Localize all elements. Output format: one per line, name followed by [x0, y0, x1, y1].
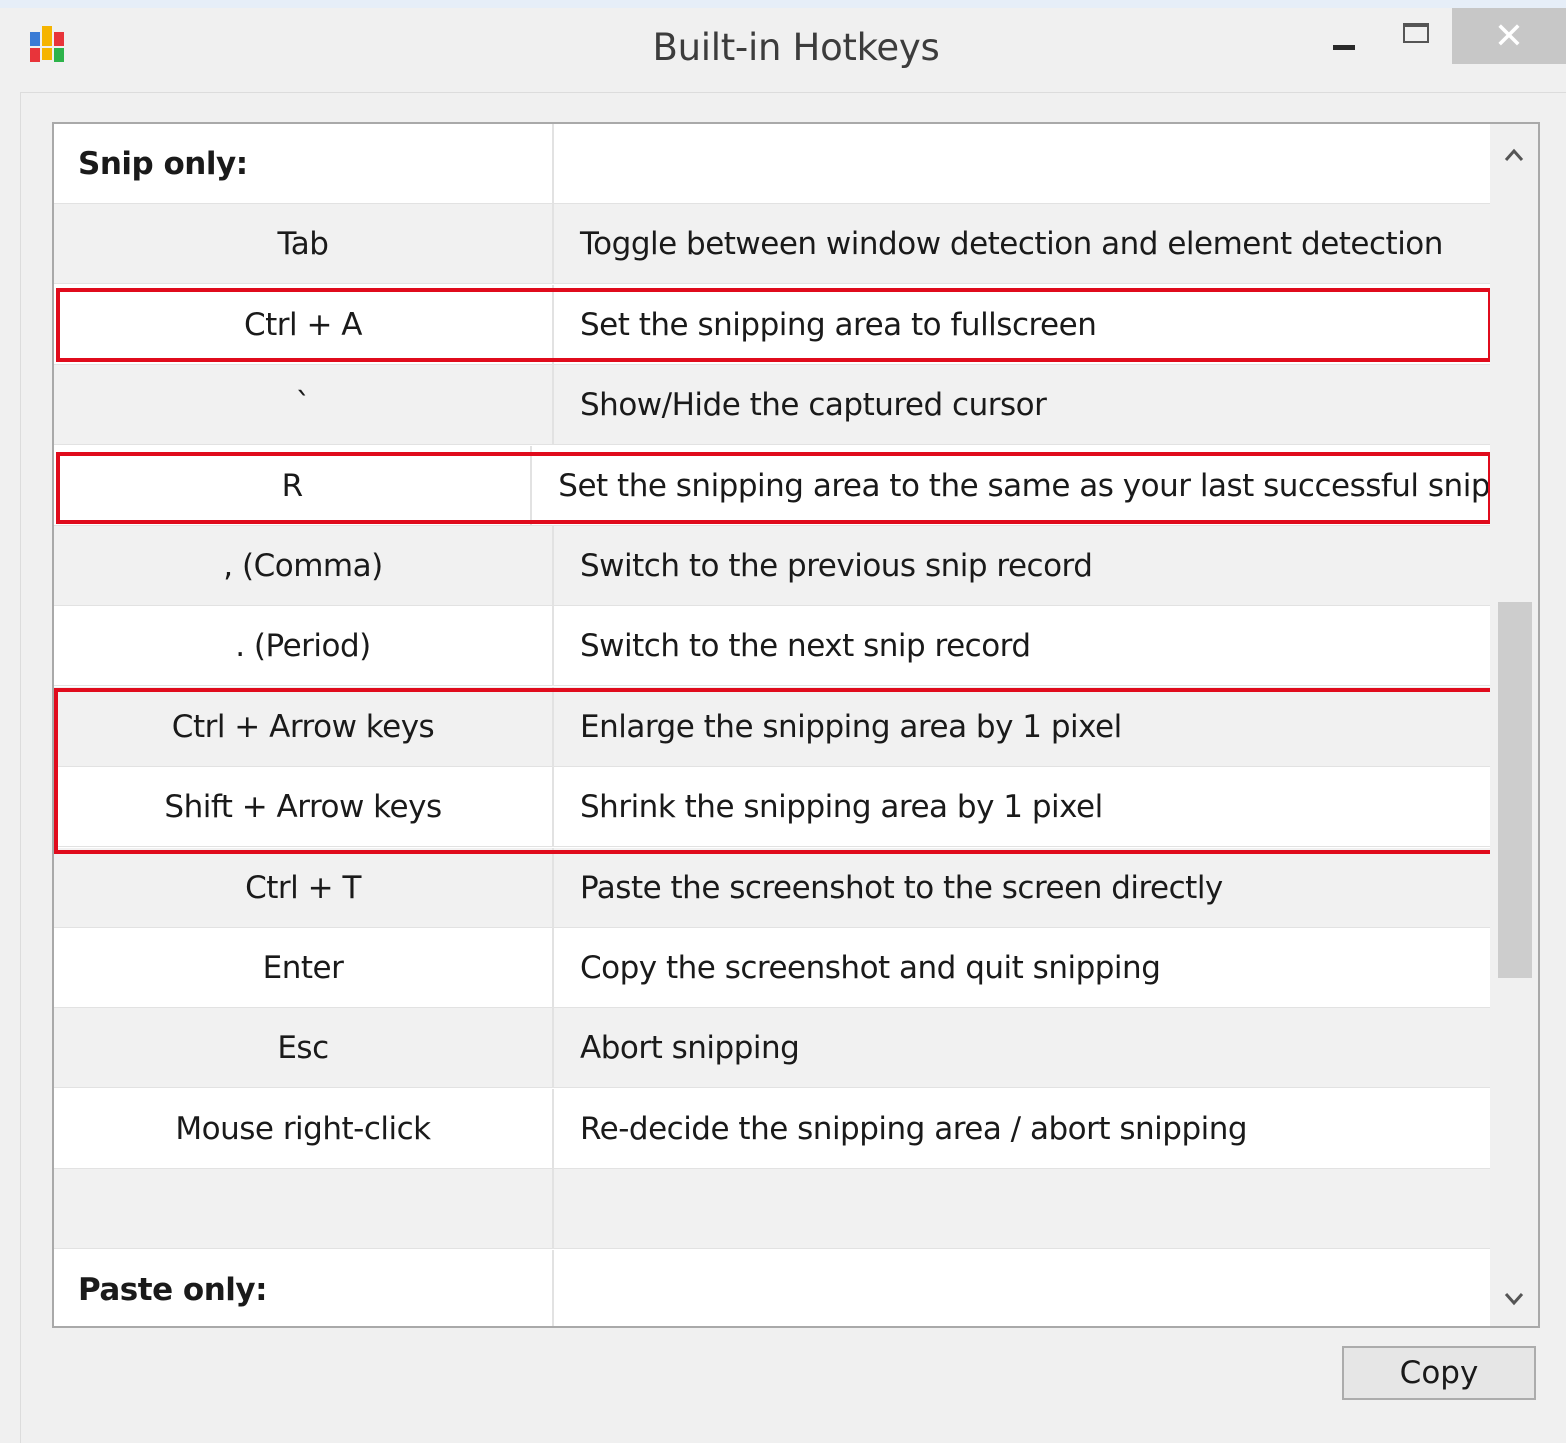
hotkey-key: Tab [54, 204, 554, 283]
hotkey-description [554, 1169, 1490, 1248]
hotkey-key: ` [54, 365, 554, 444]
close-button[interactable]: ✕ [1452, 8, 1566, 64]
title-bar[interactable]: Built-in Hotkeys ✕ [0, 8, 1566, 92]
hotkey-row[interactable]: Shift + Arrow keys Shrink the snipping ar… [54, 767, 1490, 847]
copy-button[interactable]: Copy [1342, 1346, 1536, 1400]
maximize-button[interactable] [1388, 8, 1444, 64]
hotkey-description [554, 124, 1490, 203]
hotkey-row[interactable]: Esc Abort snipping [54, 1008, 1490, 1088]
hotkey-key: Ctrl + A [54, 285, 554, 364]
hotkey-description: Abort snipping [580, 1029, 800, 1066]
scroll-up-button[interactable] [1490, 130, 1538, 180]
close-icon: ✕ [1493, 15, 1525, 57]
hotkey-row[interactable] [54, 1169, 1490, 1249]
section-header-row[interactable]: Paste only: [54, 1250, 1490, 1326]
hotkey-row[interactable]: Ctrl + T Paste the screenshot to the scre… [54, 848, 1490, 928]
hotkey-row[interactable]: Ctrl + A Set the snipping area to fullscr… [54, 285, 1490, 365]
hotkey-key: R [54, 446, 533, 525]
minimize-button[interactable] [1316, 8, 1372, 64]
hotkey-row[interactable]: Mouse right-click Re-decide the snipping … [54, 1089, 1490, 1169]
chevron-down-icon [1504, 1293, 1524, 1306]
hotkey-key: Esc [54, 1008, 554, 1087]
maximize-icon [1403, 23, 1429, 43]
hotkey-row[interactable]: R Set the snipping area to the same as yo… [54, 446, 1490, 526]
hotkey-description: Switch to the next snip record [580, 627, 1031, 664]
hotkey-row[interactable]: , (Comma) Switch to the previous snip rec… [54, 526, 1490, 606]
hotkey-key: , (Comma) [54, 526, 554, 605]
hotkey-description [554, 1250, 1490, 1326]
hotkey-row[interactable]: Ctrl + Arrow keys Enlarge the snipping ar… [54, 687, 1490, 767]
hotkeys-grid[interactable]: Snip only: Tab Toggle between window detec… [52, 122, 1540, 1328]
minimize-icon [1333, 44, 1355, 50]
hotkey-key: Ctrl + Arrow keys [54, 687, 554, 766]
hotkey-key: Shift + Arrow keys [54, 767, 554, 846]
hotkey-description: Paste the screenshot to the screen direc… [580, 869, 1223, 906]
hotkey-key: Mouse right-click [54, 1089, 554, 1168]
chevron-up-icon [1504, 148, 1524, 161]
scroll-thumb[interactable] [1498, 602, 1532, 978]
hotkey-row[interactable]: ` Show/Hide the captured cursor [54, 365, 1490, 445]
scroll-down-button[interactable] [1490, 1274, 1538, 1324]
hotkey-key: . (Period) [54, 606, 554, 685]
hotkey-description: Copy the screenshot and quit snipping [580, 949, 1161, 986]
vertical-scrollbar[interactable] [1490, 124, 1538, 1326]
hotkey-row[interactable]: Enter Copy the screenshot and quit snippi… [54, 928, 1490, 1008]
hotkey-description: Set the snipping area to the same as you… [558, 467, 1490, 504]
hotkey-key: Enter [54, 928, 554, 1007]
section-title: Snip only: [54, 124, 554, 203]
hotkey-description: Re-decide the snipping area / abort snip… [580, 1110, 1248, 1147]
hotkey-description: Enlarge the snipping area by 1 pixel [580, 708, 1122, 745]
hotkey-description: Switch to the previous snip record [580, 547, 1093, 584]
hotkey-row[interactable]: Tab Toggle between window detection and e… [54, 204, 1490, 284]
hotkey-key [54, 1169, 554, 1248]
hotkey-description: Shrink the snipping area by 1 pixel [580, 788, 1103, 825]
hotkey-description: Toggle between window detection and elem… [580, 225, 1443, 262]
section-header-row[interactable]: Snip only: [54, 124, 1490, 204]
section-title: Paste only: [54, 1250, 554, 1326]
hotkey-description: Set the snipping area to fullscreen [580, 306, 1097, 343]
hotkey-key: Ctrl + T [54, 848, 554, 927]
hotkey-row[interactable]: . (Period) Switch to the next snip record [54, 606, 1490, 686]
hotkey-description: Show/Hide the captured cursor [580, 386, 1047, 423]
